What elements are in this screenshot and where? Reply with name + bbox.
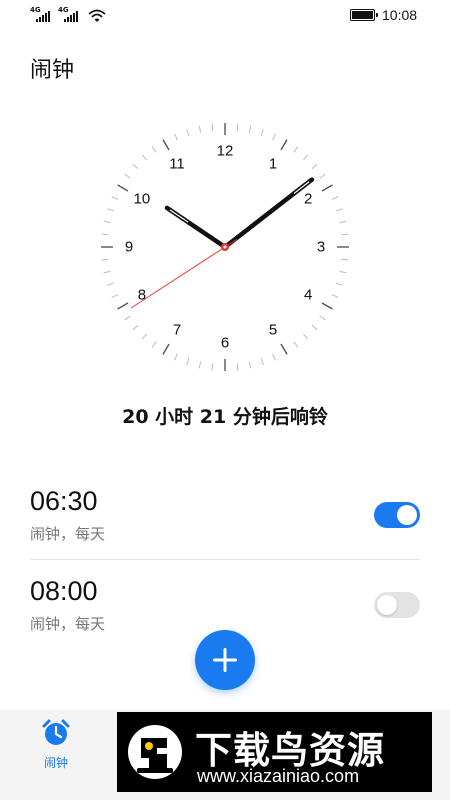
clock-tick	[151, 341, 157, 348]
clock-tick	[174, 353, 178, 361]
clock-tick	[198, 125, 202, 133]
watermark-url: www.xiazainiao.com	[197, 766, 360, 786]
divider	[30, 559, 420, 560]
clock-tick	[106, 282, 114, 286]
add-alarm-button[interactable]	[195, 630, 255, 690]
toggle-knob	[377, 595, 397, 615]
clock-tick	[302, 154, 309, 161]
clock-number: 4	[304, 287, 312, 304]
clock-tick	[103, 220, 111, 224]
clock-tick	[174, 133, 178, 141]
clock-tick	[302, 333, 309, 340]
clock-number: 1	[269, 155, 277, 172]
alarm-label: 闹钟，每天	[30, 615, 106, 633]
status-time: 10:08	[382, 7, 418, 23]
clock-tick	[101, 233, 109, 236]
clock-tick	[132, 163, 139, 170]
clock-tick	[236, 123, 239, 131]
clock-tick	[331, 294, 339, 298]
clock-tick	[103, 270, 111, 274]
clock-tick	[272, 353, 276, 361]
clock-tick	[311, 163, 318, 170]
clock-tick	[311, 324, 318, 331]
hour-hand-highlight	[169, 209, 189, 223]
clock-tick	[141, 154, 148, 161]
next-alarm-countdown: 20 小时 21 分钟后响铃	[122, 406, 328, 428]
clock-number: 9	[125, 239, 133, 256]
signal-group: 4G 4G	[30, 7, 106, 23]
clock-tick	[132, 324, 139, 331]
plus-icon	[213, 648, 237, 672]
clock-number: 2	[304, 191, 312, 208]
clock-tick	[293, 341, 299, 348]
toggle-knob	[397, 505, 417, 525]
alarm-time: 08:00	[30, 576, 98, 606]
clock-tick	[236, 363, 239, 371]
clock-tick	[280, 139, 288, 151]
clock-tick	[319, 315, 326, 321]
alarm-time: 06:30	[30, 486, 98, 516]
clock-tick	[211, 123, 214, 131]
clock-tick	[111, 196, 119, 200]
clock-tick	[248, 125, 252, 133]
clock-tick	[336, 208, 344, 212]
clock-face: 121234567891011	[101, 123, 349, 371]
watermark-banner: 下载鸟资源 www.xiazainiao.com	[117, 712, 432, 792]
analog-clock: 12 1 2 3 4 5 6 7 8 9 10 11	[100, 122, 350, 372]
clock-tick	[117, 302, 129, 310]
clock-tick	[162, 139, 170, 151]
clock-number: 10	[134, 191, 151, 208]
clock-tick	[321, 302, 333, 310]
signal-icon: 4G	[30, 7, 54, 23]
alarm-label: 闹钟，每天	[30, 525, 106, 543]
clock-tick	[260, 358, 264, 366]
clock-number: 12	[217, 143, 234, 160]
clock-tick	[162, 343, 170, 355]
clock-tick	[101, 258, 109, 261]
clock-tick	[331, 196, 339, 200]
clock-tick	[141, 333, 148, 340]
clock-tick	[248, 361, 252, 369]
clock-tick	[321, 184, 333, 192]
clock-tick	[186, 128, 190, 136]
clock-tick	[186, 358, 190, 366]
clock-tick	[293, 146, 299, 153]
clock-tick	[260, 128, 264, 136]
clock-number: 11	[169, 155, 185, 172]
clock-tick	[272, 133, 276, 141]
alarm-toggle[interactable]	[374, 592, 420, 618]
status-bar: 4G 4G 10:08	[0, 0, 450, 30]
clock-tick	[211, 363, 214, 371]
nav-item-label: 闹钟	[43, 756, 68, 770]
clock-tick	[280, 343, 288, 355]
clock-tick	[124, 315, 131, 321]
clock-number: 6	[221, 335, 229, 352]
clock-tick	[341, 258, 349, 261]
clock-number: 5	[269, 322, 277, 339]
clock-number: 7	[173, 322, 181, 339]
alarm-toggle[interactable]	[374, 502, 420, 528]
clock-tick	[319, 173, 326, 179]
alarm-clock-icon	[42, 719, 70, 745]
clock-tick	[106, 208, 114, 212]
clock-tick	[117, 184, 129, 192]
clock-tick	[111, 294, 119, 298]
clock-tick	[198, 361, 202, 369]
page-title: 闹钟	[30, 58, 75, 83]
second-hand	[130, 238, 238, 309]
clock-tick	[151, 146, 157, 153]
clock-center-dot	[223, 245, 227, 249]
bird-logo-icon	[128, 725, 182, 779]
alarm-item[interactable]: 06:30 闹钟，每天	[30, 480, 420, 560]
clock-tick	[339, 220, 347, 224]
clock-tick	[339, 270, 347, 274]
wifi-icon	[88, 9, 106, 22]
clock-number: 3	[317, 239, 325, 256]
nav-item-alarm[interactable]: 闹钟	[26, 718, 86, 771]
clock-tick	[341, 233, 349, 236]
clock-tick	[336, 282, 344, 286]
clock-tick	[124, 173, 131, 179]
battery-icon	[350, 9, 378, 21]
signal-icon: 4G	[58, 7, 82, 23]
